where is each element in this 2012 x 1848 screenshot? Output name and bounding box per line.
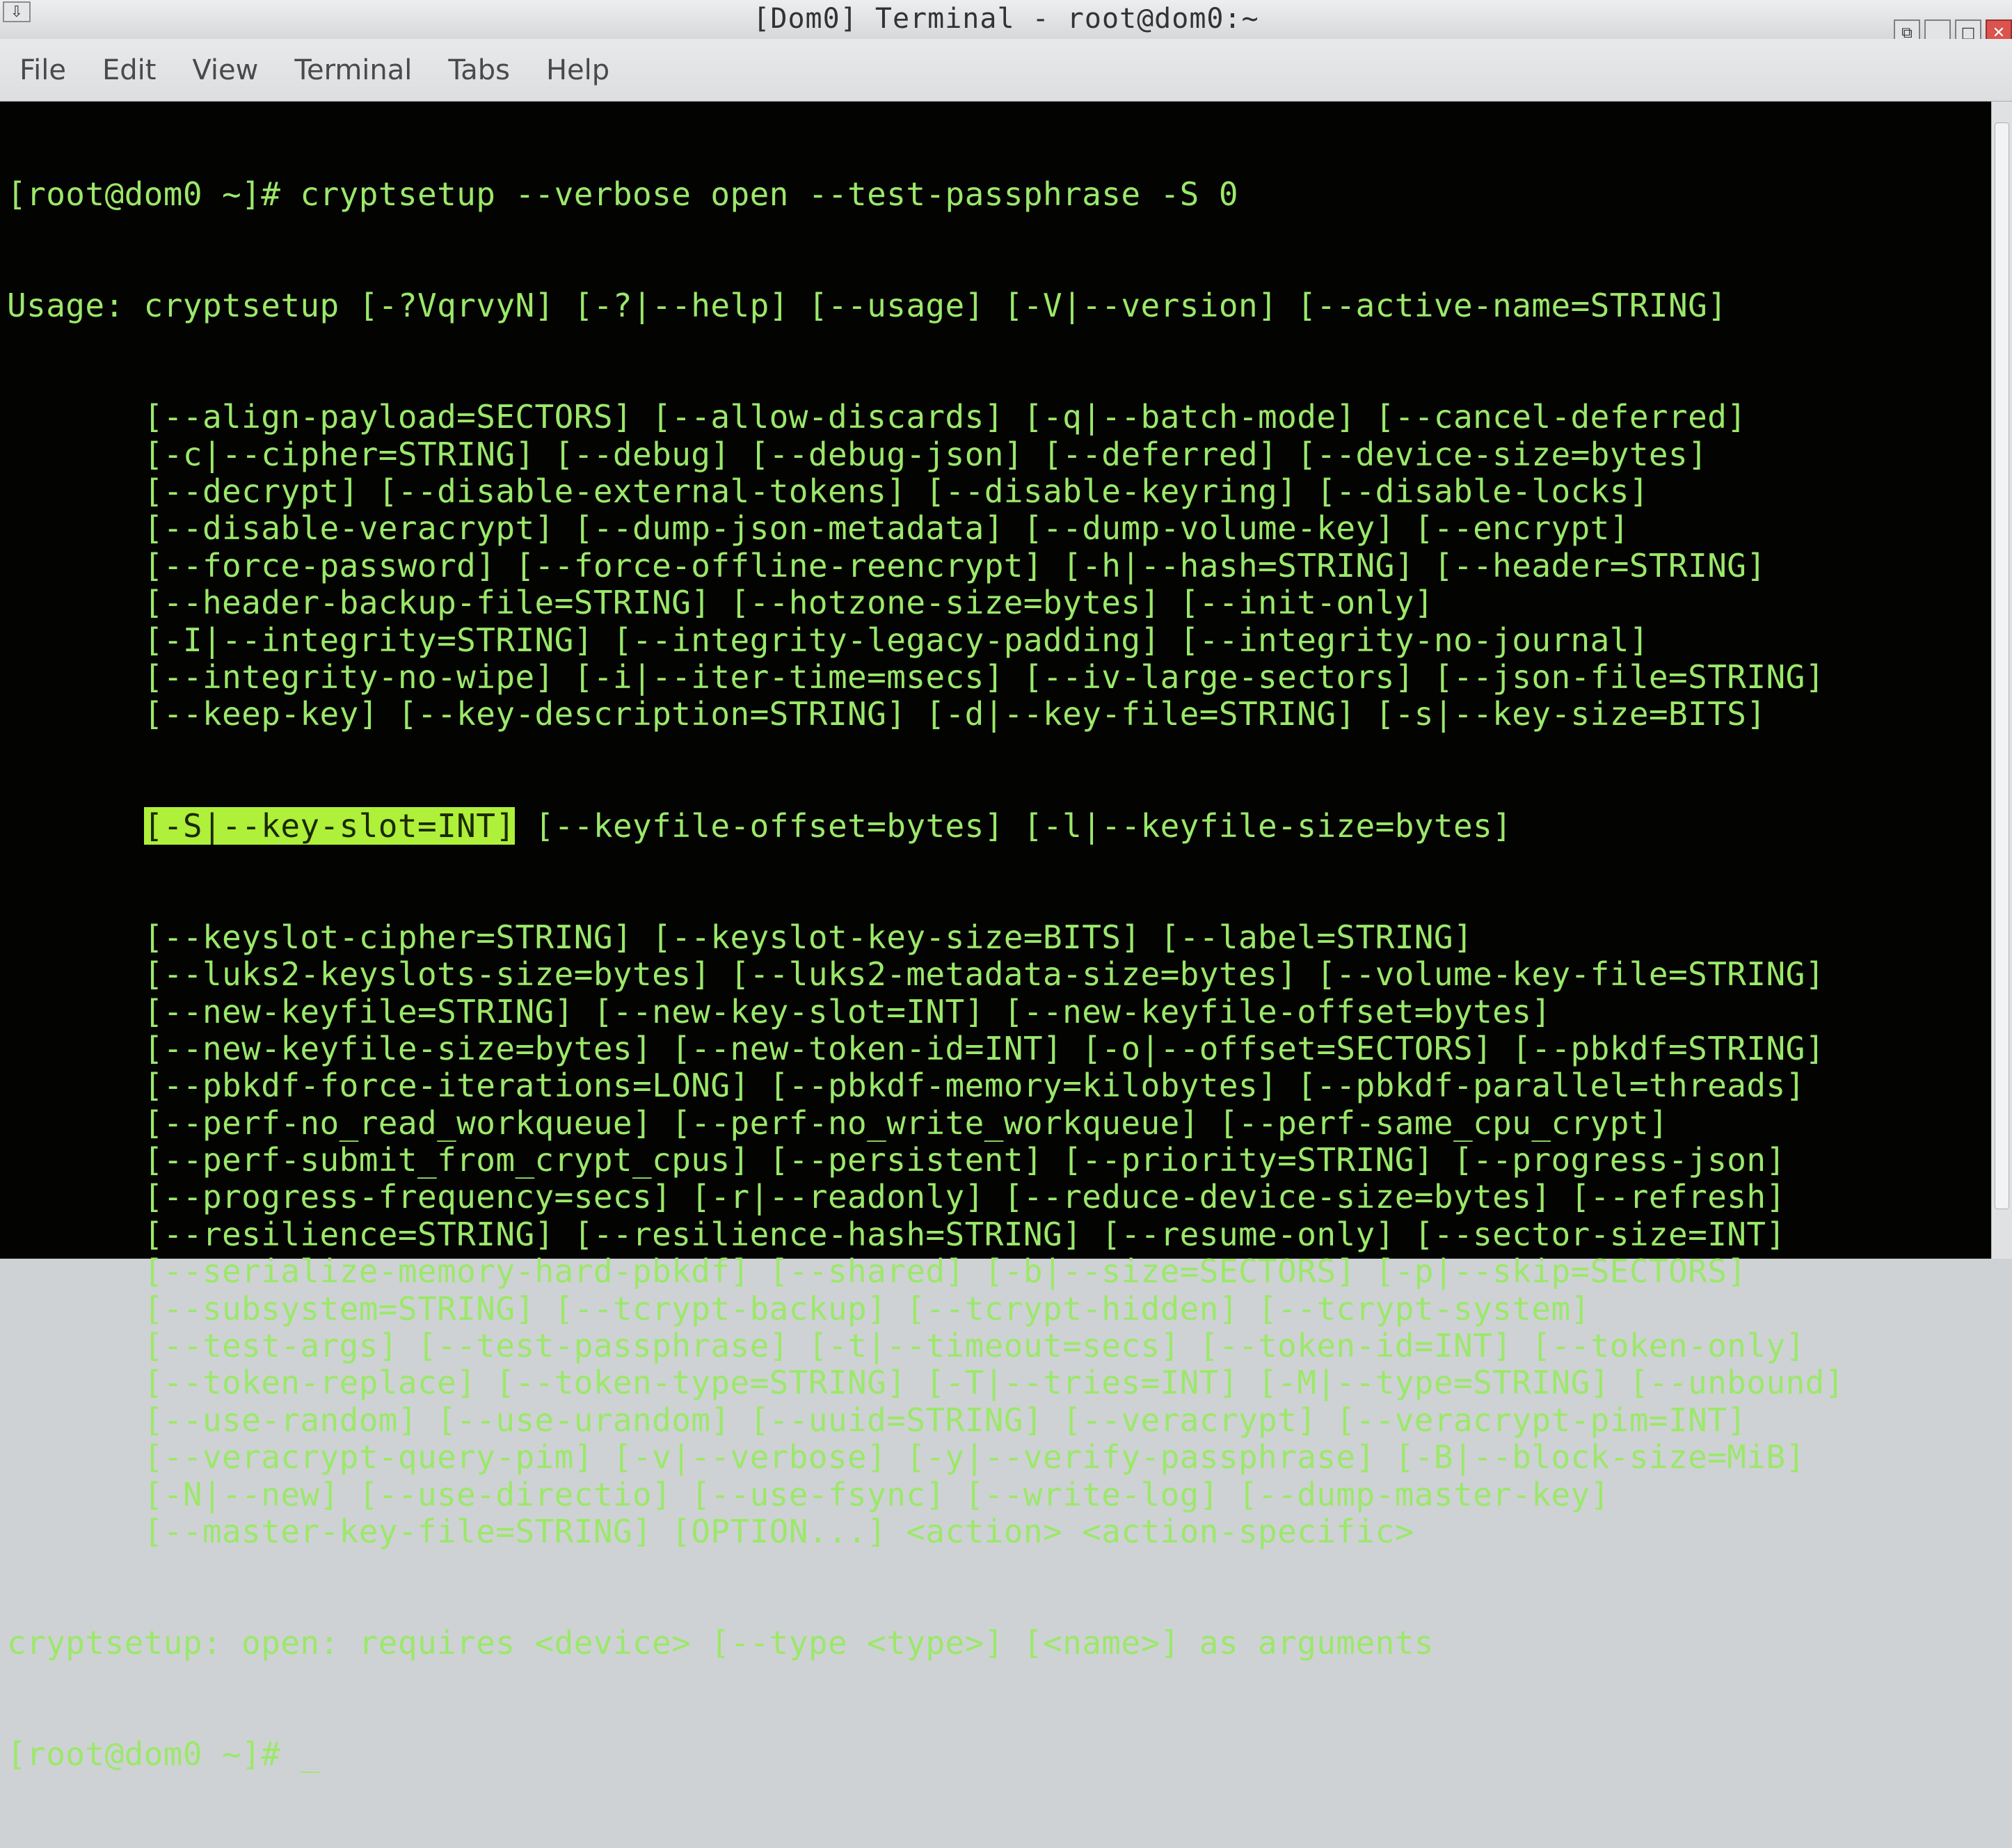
- command-line: [root@dom0 ~]# cryptsetup --verbose open…: [7, 175, 1238, 213]
- usage-block: [--align-payload=SECTORS] [--allow-disca…: [7, 398, 1991, 733]
- scrollbar-thumb[interactable]: [1995, 122, 2009, 1209]
- usage-line: [--force-password] [--force-offline-reen…: [7, 546, 1766, 584]
- usage-line: [--resilience=STRING] [--resilience-hash…: [7, 1215, 1786, 1253]
- usage-line: [--integrity-no-wipe] [-i|--iter-time=ms…: [7, 658, 1825, 696]
- usage-line: [--subsystem=STRING] [--tcrypt-backup] […: [7, 1289, 1590, 1328]
- prompt-line[interactable]: [root@dom0 ~]# _: [7, 1736, 1991, 1773]
- usage-line: Usage: cryptsetup [-?VqrvyN] [-?|--help]…: [7, 287, 1727, 325]
- usage-line: [--token-replace] [--token-type=STRING] …: [7, 1364, 1844, 1402]
- usage-line: [-c|--cipher=STRING] [--debug] [--debug-…: [7, 435, 1708, 473]
- usage-line: [-N|--new] [--use-directio] [--use-fsync…: [7, 1475, 1610, 1513]
- usage-line: [--pbkdf-force-iterations=LONG] [--pbkdf…: [7, 1067, 1805, 1105]
- usage-line: [--use-random] [--use-urandom] [--uuid=S…: [7, 1401, 1747, 1439]
- usage-line: [--new-keyfile=STRING] [--new-key-slot=I…: [7, 992, 1551, 1030]
- usage-line: [--perf-no_read_workqueue] [--perf-no_wr…: [7, 1104, 1669, 1142]
- usage-line: [--header-backup-file=STRING] [--hotzone…: [7, 584, 1434, 622]
- usage-line: [--disable-veracrypt] [--dump-json-metad…: [7, 509, 1629, 548]
- menu-view[interactable]: View: [192, 54, 258, 86]
- usage-line: [--serialize-memory-hard-pbkdf] [--share…: [7, 1252, 1747, 1291]
- menu-tabs[interactable]: Tabs: [448, 54, 510, 86]
- menu-help[interactable]: Help: [546, 54, 609, 86]
- usage-line: [--veracrypt-query-pim] [-v|--verbose] […: [7, 1438, 1805, 1476]
- title-bar[interactable]: ⇩ [Dom0] Terminal - root@dom0:~ ⧉ ▁ □ ✕: [0, 0, 2012, 46]
- usage-line-highlight: [-S|--key-slot=INT] [--keyfile-offset=by…: [7, 806, 1991, 845]
- usage-line: [--progress-frequency=secs] [-r|--readon…: [7, 1178, 1786, 1216]
- usage-line: [--decrypt] [--disable-external-tokens] …: [7, 472, 1649, 510]
- terminal-output: [root@dom0 ~]# cryptsetup --verbose open…: [7, 102, 1991, 1773]
- usage-line: [--keep-key] [--key-description=STRING] …: [7, 695, 1766, 733]
- selected-text[interactable]: [-S|--key-slot=INT]: [143, 806, 516, 845]
- error-line: cryptsetup: open: requires <device> [--t…: [7, 1624, 1434, 1662]
- usage-line: [--align-payload=SECTORS] [--allow-disca…: [7, 398, 1747, 436]
- terminal-area[interactable]: [root@dom0 ~]# cryptsetup --verbose open…: [0, 102, 1991, 1773]
- menu-bar: File Edit View Terminal Tabs Help: [0, 39, 2012, 102]
- usage-line: [--test-args] [--test-passphrase] [-t|--…: [7, 1327, 1805, 1365]
- usage-line: [--new-keyfile-size=bytes] [--new-token-…: [7, 1029, 1825, 1067]
- scrollbar[interactable]: [1991, 102, 2012, 1259]
- window-title: [Dom0] Terminal - root@dom0:~: [753, 3, 1259, 35]
- usage-line: [--keyslot-cipher=STRING] [--keyslot-key…: [7, 918, 1474, 956]
- usage-line-rest: [--keyfile-offset=bytes] [-l|--keyfile-s…: [515, 806, 1512, 845]
- menu-edit[interactable]: Edit: [102, 54, 156, 86]
- usage-block-2: [--keyslot-cipher=STRING] [--keyslot-key…: [7, 918, 1991, 1551]
- usage-line: [--master-key-file=STRING] [OPTION...] <…: [7, 1513, 1414, 1550]
- usage-line: [--luks2-keyslots-size=bytes] [--luks2-m…: [7, 955, 1825, 994]
- menu-terminal[interactable]: Terminal: [294, 54, 412, 86]
- prompt: [root@dom0 ~]#: [7, 1735, 301, 1774]
- usage-line: [--perf-submit_from_crypt_cpus] [--persi…: [7, 1141, 1786, 1179]
- menu-file[interactable]: File: [19, 54, 66, 86]
- cursor: _: [300, 1735, 320, 1774]
- usage-line: [-I|--integrity=STRING] [--integrity-leg…: [7, 621, 1649, 659]
